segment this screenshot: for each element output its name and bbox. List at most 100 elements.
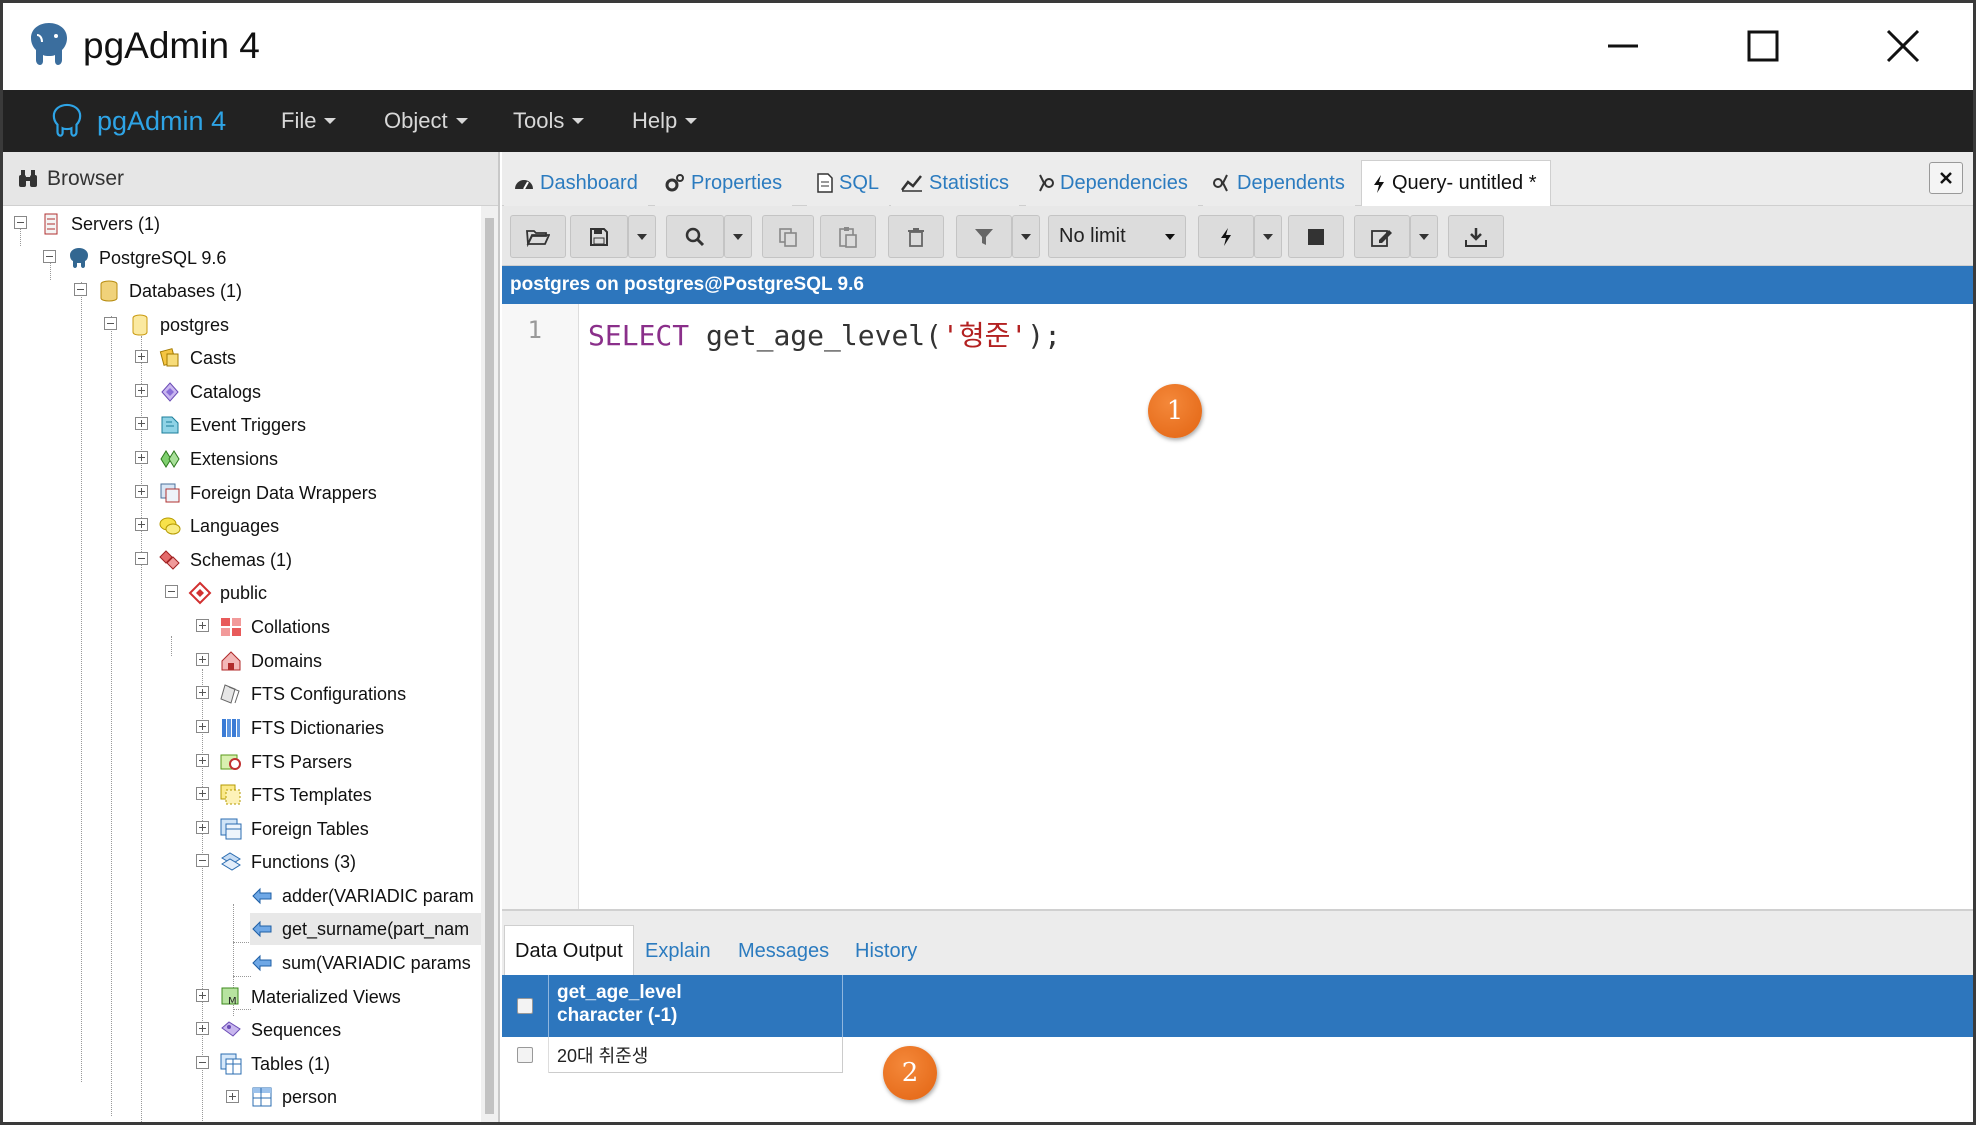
collapse-toggle[interactable] xyxy=(196,1056,209,1069)
expand-toggle[interactable] xyxy=(196,821,209,834)
tab-sql[interactable]: SQL xyxy=(807,160,890,206)
tree-node-fdw[interactable]: Foreign Data Wrappers xyxy=(158,477,377,509)
expand-toggle[interactable] xyxy=(196,686,209,699)
row-select-cell[interactable] xyxy=(502,1037,549,1073)
tree-node-event-triggers[interactable]: Event Triggers xyxy=(158,409,306,441)
tree-node-table-person[interactable]: person xyxy=(250,1081,337,1113)
menu-file[interactable]: File xyxy=(281,108,337,134)
expand-toggle[interactable] xyxy=(196,720,209,733)
sql-editor[interactable]: 1 SELECT get_age_level('형준'); 1 xyxy=(502,304,1973,909)
tree-node-servers[interactable]: Servers (1) xyxy=(39,208,160,240)
tree-node-casts[interactable]: Casts xyxy=(158,342,236,374)
menu-object[interactable]: Object xyxy=(384,108,468,134)
minimize-button[interactable] xyxy=(1563,13,1683,79)
tree-node-fts-templates[interactable]: FTS Templates xyxy=(219,779,372,811)
tree-node-function-adder[interactable]: adder(VARIADIC param xyxy=(250,880,474,912)
expand-toggle[interactable] xyxy=(135,451,148,464)
tab-data-output[interactable]: Data Output xyxy=(504,925,634,977)
tree-node-fts-dictionaries[interactable]: FTS Dictionaries xyxy=(219,712,384,744)
tree-node-tables[interactable]: Tables (1) xyxy=(219,1048,330,1080)
expand-toggle[interactable] xyxy=(196,653,209,666)
tab-explain[interactable]: Explain xyxy=(635,925,721,977)
open-file-button[interactable] xyxy=(510,215,566,258)
tree-node-database[interactable]: postgres xyxy=(128,309,229,341)
edit-options-dropdown[interactable] xyxy=(1410,215,1438,258)
collapse-toggle[interactable] xyxy=(74,283,87,296)
tree-node-function-get-surname[interactable]: get_surname(part_nam xyxy=(250,913,481,945)
select-all-cell[interactable] xyxy=(502,975,549,1037)
tree-node-foreign-tables[interactable]: Foreign Tables xyxy=(219,813,369,845)
row-checkbox[interactable] xyxy=(517,1047,533,1063)
expand-toggle[interactable] xyxy=(226,1090,239,1103)
select-all-checkbox[interactable] xyxy=(517,998,533,1014)
tab-messages[interactable]: Messages xyxy=(728,925,839,977)
edit-button[interactable] xyxy=(1354,215,1410,258)
expand-toggle[interactable] xyxy=(196,619,209,632)
collapse-toggle[interactable] xyxy=(135,552,148,565)
find-button[interactable] xyxy=(666,215,724,258)
close-panel-button[interactable] xyxy=(1929,162,1963,194)
menu-help[interactable]: Help xyxy=(632,108,698,134)
tree-node-extensions[interactable]: Extensions xyxy=(158,443,278,475)
tree-node-materialized-views[interactable]: M Materialized Views xyxy=(219,981,401,1013)
collapse-toggle[interactable] xyxy=(165,585,178,598)
tree-node-fts-configurations[interactable]: FTS Configurations xyxy=(219,678,406,710)
delete-button[interactable] xyxy=(888,215,944,258)
stop-button[interactable] xyxy=(1288,215,1344,258)
tree-node-databases[interactable]: Databases (1) xyxy=(97,275,242,307)
expand-toggle[interactable] xyxy=(196,1022,209,1035)
column-header[interactable]: get_age_level character (-1) xyxy=(549,975,843,1037)
expand-toggle[interactable] xyxy=(135,485,148,498)
expand-toggle[interactable] xyxy=(196,754,209,767)
brand[interactable]: pgAdmin 4 xyxy=(47,102,226,140)
tree-node-catalogs[interactable]: Catalogs xyxy=(158,376,261,408)
tree-node-languages[interactable]: Languages xyxy=(158,510,279,542)
row-limit-select[interactable]: No limit xyxy=(1048,215,1186,258)
tree-node-public[interactable]: public xyxy=(188,577,267,609)
expand-toggle[interactable] xyxy=(196,787,209,800)
tree-node-functions[interactable]: Functions (3) xyxy=(219,846,356,878)
expand-toggle[interactable] xyxy=(196,989,209,1002)
tree-node-function-sum[interactable]: sum(VARIADIC params xyxy=(250,947,471,979)
tree-node-label: Foreign Data Wrappers xyxy=(190,482,377,503)
tab-dashboard[interactable]: Dashboard xyxy=(504,160,648,206)
chevron-down-icon xyxy=(1021,233,1031,240)
tab-history[interactable]: History xyxy=(845,925,927,977)
maximize-button[interactable] xyxy=(1703,13,1823,79)
filter-button[interactable] xyxy=(956,215,1012,258)
tree-node-server[interactable]: PostgreSQL 9.6 xyxy=(67,242,226,274)
collapse-toggle[interactable] xyxy=(43,250,56,263)
table-cell[interactable]: 20대 취준생 xyxy=(549,1037,843,1073)
tab-statistics[interactable]: Statistics xyxy=(891,160,1020,206)
tree-node-schemas[interactable]: Schemas (1) xyxy=(158,544,292,576)
expand-toggle[interactable] xyxy=(135,350,148,363)
save-icon xyxy=(590,227,608,246)
expand-toggle[interactable] xyxy=(135,384,148,397)
tab-dependencies[interactable]: Dependencies xyxy=(1026,160,1198,206)
download-button[interactable] xyxy=(1448,215,1504,258)
tree-node-fts-parsers[interactable]: FTS Parsers xyxy=(219,746,352,778)
collapse-toggle[interactable] xyxy=(14,216,27,229)
tab-dependents[interactable]: Dependents xyxy=(1203,160,1355,206)
save-options-dropdown[interactable] xyxy=(628,215,656,258)
tab-properties[interactable]: Properties xyxy=(655,160,793,206)
tree-scrollbar-thumb[interactable] xyxy=(485,218,494,1114)
tree-node-domains[interactable]: Domains xyxy=(219,645,322,677)
tab-query[interactable]: Query- untitled * xyxy=(1361,160,1551,206)
execute-options-dropdown[interactable] xyxy=(1254,215,1282,258)
filter-options-dropdown[interactable] xyxy=(1012,215,1040,258)
find-options-dropdown[interactable] xyxy=(724,215,752,258)
tree-node-sequences[interactable]: Sequences xyxy=(219,1014,341,1046)
collapse-toggle[interactable] xyxy=(196,854,209,867)
expand-toggle[interactable] xyxy=(135,518,148,531)
paste-button[interactable] xyxy=(820,215,876,258)
save-button[interactable] xyxy=(570,215,628,258)
tree-node-collations[interactable]: Collations xyxy=(219,611,330,643)
collapse-toggle[interactable] xyxy=(104,317,117,330)
execute-button[interactable] xyxy=(1198,215,1254,258)
sql-code-line[interactable]: SELECT get_age_level('형준'); xyxy=(588,314,1061,354)
menu-tools[interactable]: Tools xyxy=(513,108,585,134)
close-button[interactable] xyxy=(1843,13,1963,79)
expand-toggle[interactable] xyxy=(135,417,148,430)
copy-button[interactable] xyxy=(762,215,814,258)
